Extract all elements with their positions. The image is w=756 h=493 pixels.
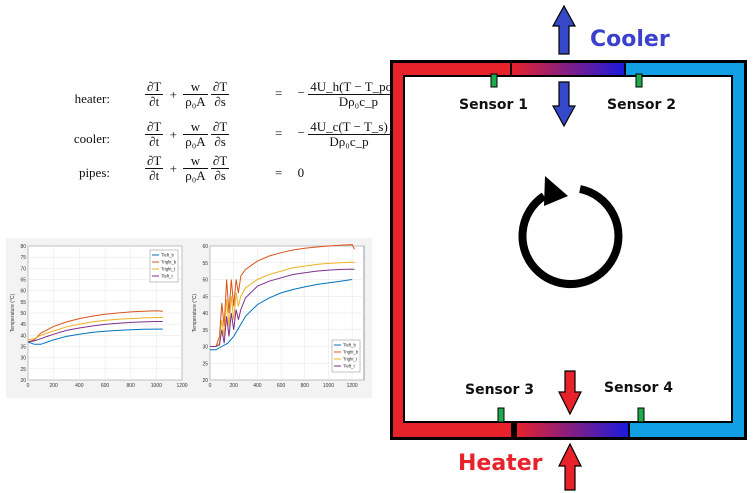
sensor-2-marker [635, 73, 643, 88]
sensor-4-label: Sensor 4 [604, 380, 674, 396]
cooler-section [511, 63, 625, 76]
sensor-3-label: Sensor 3 [465, 382, 535, 398]
loop-diagram [390, 4, 747, 491]
heater-section [516, 422, 629, 437]
sensor-1-label: Sensor 1 [459, 97, 529, 113]
sensor-3-marker [497, 407, 505, 423]
sensor-4-marker [637, 407, 645, 423]
cooler-label: Cooler [590, 27, 670, 52]
heater-in-arrow-icon [558, 442, 582, 491]
sensor-1-marker [490, 73, 498, 88]
sensor-2-label: Sensor 2 [607, 97, 677, 113]
cooler-out-arrow-icon [551, 4, 577, 55]
heater-label: Heater [458, 451, 543, 476]
loop-interior [403, 75, 733, 423]
